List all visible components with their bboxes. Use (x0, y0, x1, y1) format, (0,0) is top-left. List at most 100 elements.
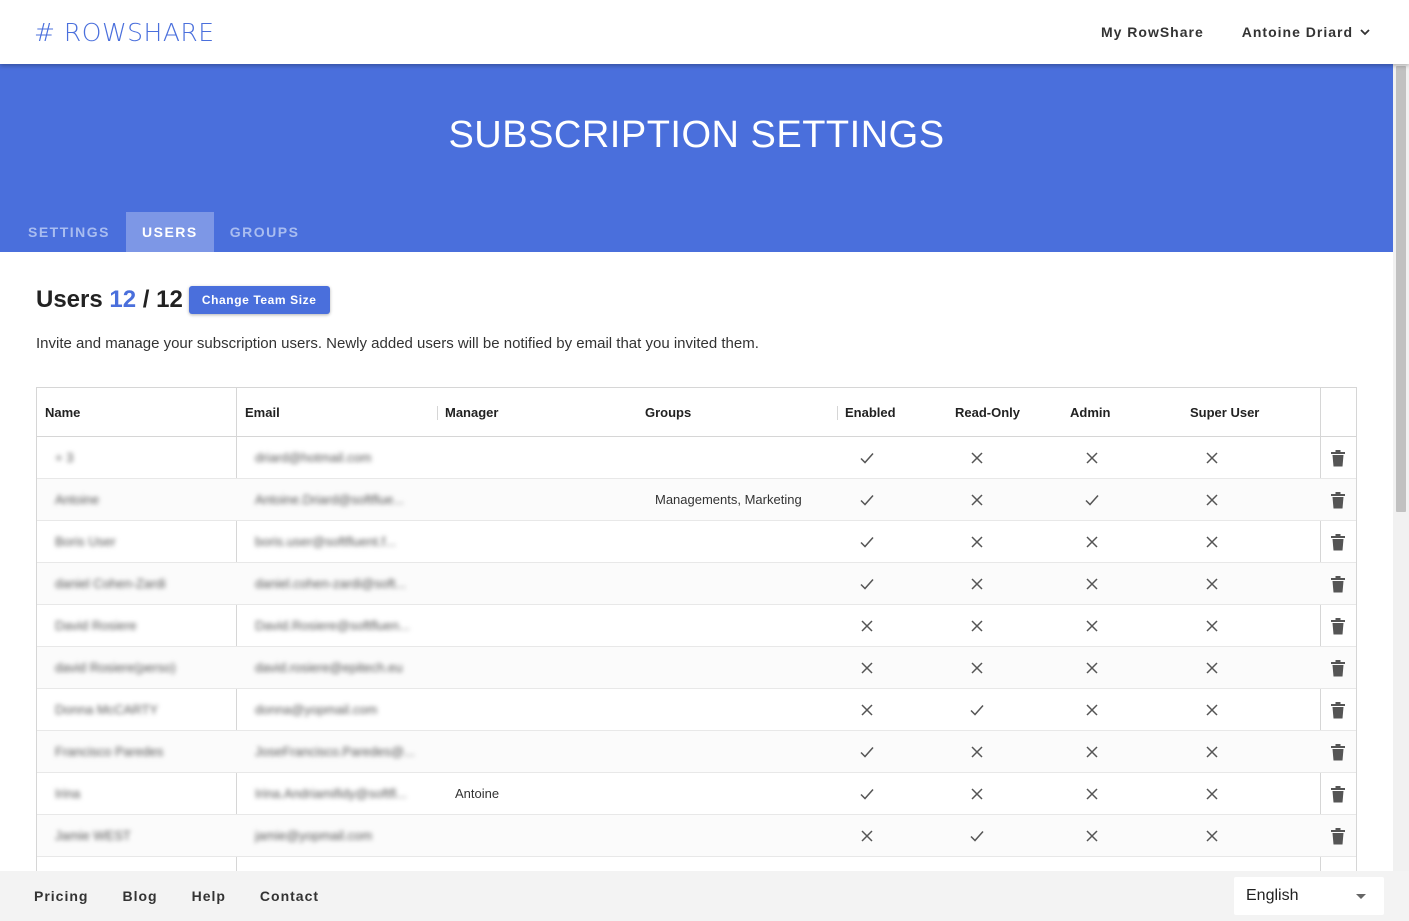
user-name-cell[interactable]: + 3 (55, 437, 235, 479)
close-icon[interactable] (1204, 660, 1220, 676)
scrollbar-thumb[interactable] (1396, 66, 1406, 512)
column-header-enabled[interactable]: Enabled (845, 388, 896, 437)
user-menu[interactable]: Antoine Driard (1242, 24, 1371, 40)
user-groups-cell[interactable] (655, 521, 855, 563)
check-icon[interactable] (859, 534, 875, 550)
user-name-cell[interactable]: daniel Cohen-Zardi (55, 563, 235, 605)
close-icon[interactable] (859, 618, 875, 634)
trash-icon[interactable] (1330, 575, 1346, 593)
user-manager-cell[interactable] (455, 563, 635, 605)
trash-icon[interactable] (1330, 743, 1346, 761)
user-groups-cell[interactable] (655, 647, 855, 689)
tab-settings[interactable]: SETTINGS (12, 212, 126, 252)
close-icon[interactable] (969, 534, 985, 550)
close-icon[interactable] (1204, 576, 1220, 592)
user-email-cell[interactable]: boris.user@softfluent.f... (255, 521, 425, 563)
user-name-cell[interactable]: Antoine (55, 479, 235, 521)
close-icon[interactable] (1084, 744, 1100, 760)
trash-icon[interactable] (1330, 491, 1346, 509)
close-icon[interactable] (1084, 786, 1100, 802)
user-name-cell[interactable]: Irina (55, 773, 235, 815)
language-select[interactable]: English (1234, 877, 1384, 915)
close-icon[interactable] (1204, 744, 1220, 760)
user-groups-cell[interactable] (655, 437, 855, 479)
table-row[interactable]: Francisco Paredes JoseFrancisco.Paredes@.… (37, 731, 1356, 773)
user-email-cell[interactable]: donna@yopmail.com (255, 689, 425, 731)
user-name-cell[interactable]: Boris User (55, 521, 235, 563)
check-icon[interactable] (1084, 492, 1100, 508)
close-icon[interactable] (1204, 534, 1220, 550)
footer-link-blog[interactable]: Blog (122, 888, 157, 904)
user-name-cell[interactable]: Jamie WEST (55, 815, 235, 857)
user-manager-cell[interactable] (455, 521, 635, 563)
close-icon[interactable] (1084, 828, 1100, 844)
column-header-super-user[interactable]: Super User (1190, 388, 1259, 437)
table-row[interactable]: Irina Irina.Andriamifidy@softfl... Antoine (37, 773, 1356, 815)
trash-icon[interactable] (1330, 533, 1346, 551)
user-email-cell[interactable]: JoseFrancisco.Paredes@... (255, 731, 425, 773)
user-groups-cell[interactable] (655, 563, 855, 605)
user-groups-cell[interactable] (655, 689, 855, 731)
close-icon[interactable] (859, 660, 875, 676)
close-icon[interactable] (969, 744, 985, 760)
check-icon[interactable] (859, 744, 875, 760)
check-icon[interactable] (969, 702, 985, 718)
close-icon[interactable] (1204, 492, 1220, 508)
check-icon[interactable] (859, 576, 875, 592)
user-manager-cell[interactable] (455, 689, 635, 731)
user-groups-cell[interactable] (655, 731, 855, 773)
tab-users[interactable]: USERS (126, 212, 214, 252)
change-team-size-button[interactable]: Change Team Size (188, 286, 330, 314)
close-icon[interactable] (1204, 450, 1220, 466)
close-icon[interactable] (1084, 618, 1100, 634)
close-icon[interactable] (1084, 702, 1100, 718)
rowshare-logo[interactable]: # ROWSHARE (34, 18, 215, 47)
user-email-cell[interactable]: driard@hotmail.com (255, 437, 425, 479)
user-name-cell[interactable]: Donna McCARTY (55, 689, 235, 731)
trash-icon[interactable] (1330, 785, 1346, 803)
trash-icon[interactable] (1330, 827, 1346, 845)
trash-icon[interactable] (1330, 449, 1346, 467)
table-row[interactable]: Antoine Antoine.Driard@softflue... Managem… (37, 479, 1356, 521)
close-icon[interactable] (859, 828, 875, 844)
table-row[interactable]: + 3 driard@hotmail.com (37, 437, 1356, 479)
column-header-groups[interactable]: Groups (645, 388, 691, 437)
user-manager-cell[interactable] (455, 479, 635, 521)
table-row[interactable]: Jamie WEST jamie@yopmail.com (37, 815, 1356, 857)
table-row[interactable]: David Rosiere David.Rosiere@softfluen... (37, 605, 1356, 647)
user-manager-cell[interactable] (455, 437, 635, 479)
close-icon[interactable] (1204, 702, 1220, 718)
table-row[interactable]: Donna McCARTY donna@yopmail.com (37, 689, 1356, 731)
check-icon[interactable] (859, 492, 875, 508)
user-manager-cell[interactable]: Antoine (455, 773, 635, 815)
check-icon[interactable] (859, 450, 875, 466)
table-row[interactable]: david Rosiere(perso) david.rosiere@epitec… (37, 647, 1356, 689)
user-groups-cell[interactable]: Managements, Marketing (655, 479, 855, 521)
user-manager-cell[interactable] (455, 605, 635, 647)
close-icon[interactable] (969, 492, 985, 508)
user-manager-cell[interactable] (455, 815, 635, 857)
close-icon[interactable] (969, 786, 985, 802)
check-icon[interactable] (859, 786, 875, 802)
column-header-manager[interactable]: Manager (445, 388, 498, 437)
user-name-cell[interactable]: Francisco Paredes (55, 731, 235, 773)
column-header-email[interactable]: Email (245, 388, 280, 437)
column-header-name[interactable]: Name (45, 388, 80, 437)
user-name-cell[interactable]: david Rosiere(perso) (55, 647, 235, 689)
user-email-cell[interactable]: daniel.cohen-zardi@soft... (255, 563, 425, 605)
user-manager-cell[interactable] (455, 647, 635, 689)
trash-icon[interactable] (1330, 659, 1346, 677)
close-icon[interactable] (1204, 618, 1220, 634)
table-row[interactable]: daniel Cohen-Zardi daniel.cohen-zardi@sof… (37, 563, 1356, 605)
my-rowshare-link[interactable]: My RowShare (1101, 24, 1204, 40)
user-email-cell[interactable]: david.rosiere@epitech.eu (255, 647, 425, 689)
trash-icon[interactable] (1330, 701, 1346, 719)
column-header-read-only[interactable]: Read-Only (955, 388, 1020, 437)
user-groups-cell[interactable] (655, 605, 855, 647)
user-groups-cell[interactable] (655, 815, 855, 857)
footer-link-pricing[interactable]: Pricing (34, 888, 88, 904)
tab-groups[interactable]: GROUPS (214, 212, 316, 252)
close-icon[interactable] (1084, 450, 1100, 466)
user-groups-cell[interactable] (655, 773, 855, 815)
table-row[interactable]: Boris User boris.user@softfluent.f... (37, 521, 1356, 563)
